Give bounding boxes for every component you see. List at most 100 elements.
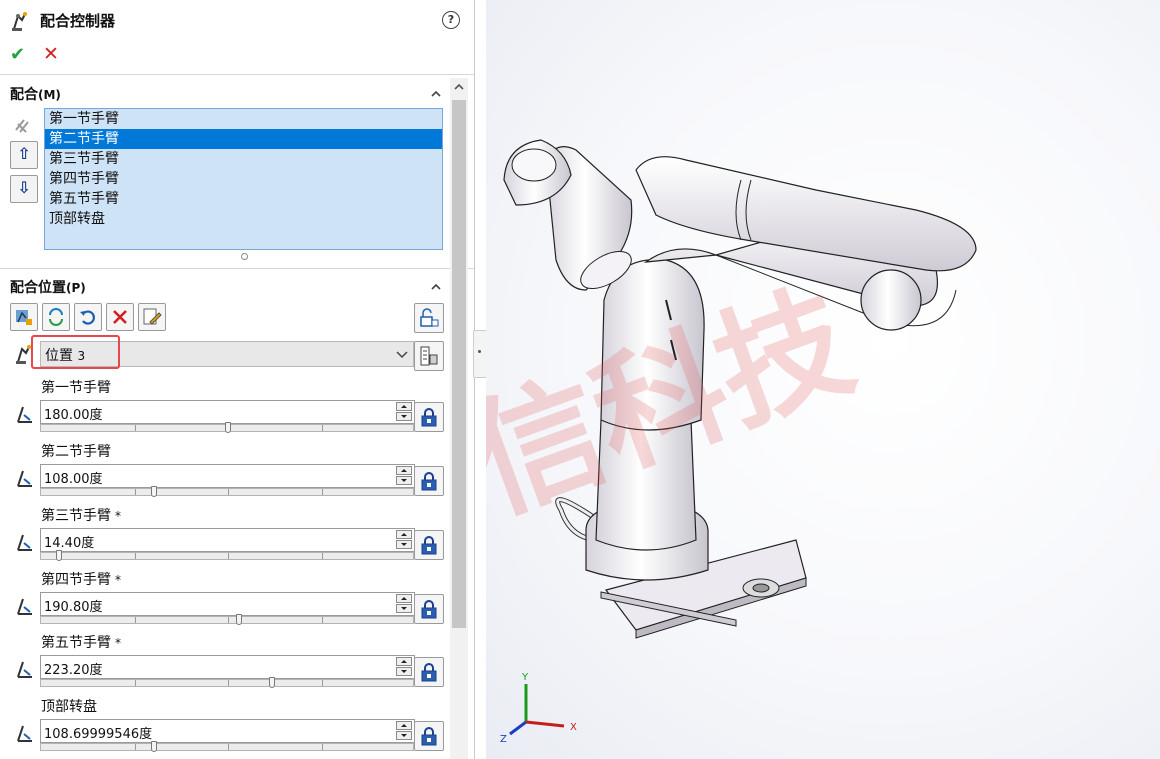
slider-tick — [228, 744, 229, 750]
add-position-button[interactable] — [10, 303, 38, 331]
spin-up-button[interactable] — [396, 594, 412, 603]
joint-angle-field[interactable]: 190.80度 — [40, 592, 415, 616]
scrollbar-thumb[interactable] — [452, 100, 466, 628]
joint-lock-button[interactable] — [414, 657, 444, 687]
lock-icon — [421, 408, 437, 427]
undo-icon — [80, 310, 95, 325]
joint-lock-button[interactable] — [414, 402, 444, 432]
joint-angle-value: 14.40度 — [44, 536, 95, 551]
joint-angle-slider[interactable] — [40, 550, 414, 561]
list-resize-handle[interactable] — [241, 253, 248, 260]
move-up-button[interactable]: ⇧ — [10, 141, 38, 169]
joint-angle-field[interactable]: 108.69999546度 — [40, 719, 415, 743]
undo-position-button[interactable] — [74, 303, 102, 331]
list-item-selected[interactable]: 第二节手臂 — [45, 129, 442, 149]
spin-down-arrow-icon — [401, 670, 407, 673]
chevron-up-icon[interactable] — [430, 281, 442, 293]
add-position-icon — [16, 310, 32, 325]
slider-thumb[interactable] — [269, 677, 275, 688]
joint-angle-slider[interactable] — [40, 677, 414, 688]
spin-buttons[interactable] — [396, 657, 412, 677]
edit-pencil-icon — [143, 308, 162, 325]
help-icon[interactable]: ? — [442, 11, 460, 29]
list-item[interactable]: 顶部转盘 — [45, 209, 442, 229]
joint-angle-slider[interactable] — [40, 486, 414, 497]
mates-list[interactable]: 第一节手臂 第二节手臂 第三节手臂 第四节手臂 第五节手臂 顶部转盘 — [44, 108, 443, 250]
spin-down-button[interactable] — [396, 667, 412, 676]
panel-splitter-handle[interactable] — [473, 330, 487, 378]
joint-angle-field[interactable]: 223.20度 — [40, 655, 415, 679]
cancel-x-icon[interactable]: ✕ — [43, 43, 59, 65]
joint-lock-button[interactable] — [414, 721, 444, 751]
spin-down-button[interactable] — [396, 731, 412, 740]
spin-down-button[interactable] — [396, 540, 412, 549]
spin-buttons[interactable] — [396, 402, 412, 422]
lock-icon — [421, 600, 437, 619]
spin-buttons[interactable] — [396, 530, 412, 550]
slider-tick — [228, 489, 229, 495]
mate-controller-icon — [12, 12, 27, 31]
lock-icon — [421, 663, 437, 682]
slider-thumb[interactable] — [56, 550, 62, 561]
positions-section-title[interactable]: 配合位置(P) — [10, 277, 86, 297]
joint-lock-button[interactable] — [414, 530, 444, 560]
spin-up-button[interactable] — [396, 402, 412, 411]
ok-checkmark-icon[interactable]: ✔ — [10, 44, 25, 65]
joint-angle-field[interactable]: 180.00度 — [40, 400, 415, 424]
list-item[interactable]: 第三节手臂 — [45, 149, 442, 169]
lock-all-button[interactable] — [414, 303, 444, 333]
joint-label: 第二节手臂 — [41, 444, 111, 460]
joint-angle-slider[interactable] — [40, 422, 414, 433]
joint-angle-slider[interactable] — [40, 614, 414, 625]
angle-mate-icon — [17, 470, 32, 487]
spin-buttons[interactable] — [396, 594, 412, 614]
axis-triad: Y X Z — [500, 672, 577, 745]
spin-down-button[interactable] — [396, 476, 412, 485]
joint-angle-field[interactable]: 108.00度 — [40, 464, 415, 488]
update-position-button[interactable] — [42, 303, 70, 331]
list-item[interactable]: 第五节手臂 — [45, 189, 442, 209]
spin-up-arrow-icon — [401, 724, 407, 727]
list-item[interactable]: 第一节手臂 — [45, 109, 442, 129]
joint-label: 第五节手臂 * — [41, 635, 121, 651]
slider-tick — [135, 617, 136, 623]
spin-buttons[interactable] — [396, 466, 412, 486]
slider-tick — [322, 680, 323, 686]
highlight-annotation-box — [31, 335, 120, 369]
chevron-up-icon[interactable] — [430, 88, 442, 100]
spin-down-button[interactable] — [396, 412, 412, 421]
joint-lock-button[interactable] — [414, 466, 444, 496]
spin-down-button[interactable] — [396, 604, 412, 613]
slider-tick — [228, 680, 229, 686]
slider-thumb[interactable] — [236, 614, 242, 625]
position-list-icon — [420, 346, 438, 366]
panel-title: 配合控制器 — [40, 12, 116, 30]
spin-up-button[interactable] — [396, 721, 412, 730]
spin-buttons[interactable] — [396, 721, 412, 741]
move-down-button[interactable]: ⇩ — [10, 175, 38, 203]
joint-label: 顶部转盘 — [41, 699, 97, 715]
spin-up-arrow-icon — [401, 533, 407, 536]
graphics-viewport[interactable]: 华信科技 Y X Z — [486, 0, 1160, 759]
spin-up-button[interactable] — [396, 657, 412, 666]
spin-down-arrow-icon — [401, 479, 407, 482]
chevron-down-icon[interactable] — [395, 347, 409, 361]
delete-x-icon — [113, 310, 127, 324]
list-item[interactable]: 第四节手臂 — [45, 169, 442, 189]
spin-up-button[interactable] — [396, 466, 412, 475]
panel-scrollbar[interactable] — [450, 78, 468, 759]
spin-down-arrow-icon — [401, 415, 407, 418]
delete-position-button[interactable] — [106, 303, 134, 331]
spin-up-button[interactable] — [396, 530, 412, 539]
mates-section-title[interactable]: 配合(M) — [10, 84, 61, 104]
joint-angle-field[interactable]: 14.40度 — [40, 528, 415, 552]
rename-position-button[interactable] — [138, 303, 166, 331]
position-options-button[interactable] — [414, 341, 444, 371]
joint-angle-slider[interactable] — [40, 741, 414, 752]
slider-tick — [228, 617, 229, 623]
slider-thumb[interactable] — [225, 422, 231, 433]
slider-thumb[interactable] — [151, 486, 157, 497]
slider-thumb[interactable] — [151, 741, 157, 752]
scroll-up-arrow-icon[interactable] — [450, 78, 468, 96]
joint-lock-button[interactable] — [414, 594, 444, 624]
